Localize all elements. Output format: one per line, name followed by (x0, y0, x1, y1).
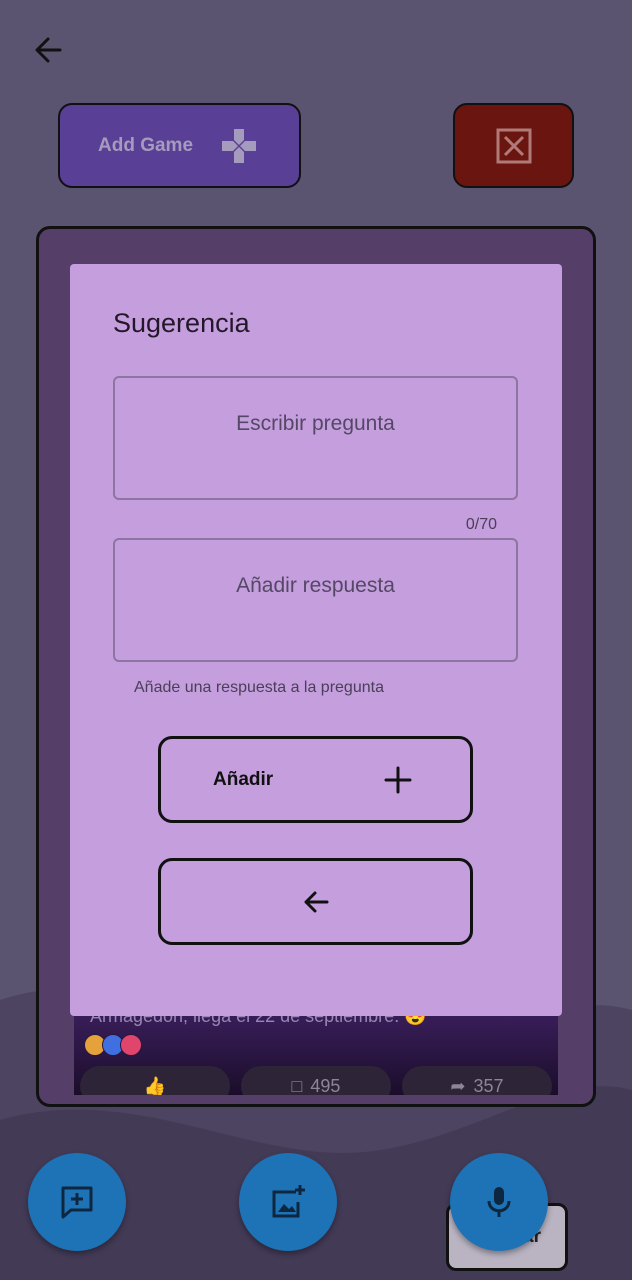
answer-field[interactable]: Añadir respuesta (113, 538, 518, 662)
add-answer-label: Añadir (213, 768, 274, 790)
answer-helper-text: Añade una respuesta a la pregunta (134, 679, 384, 696)
love-reaction-icon (120, 1034, 142, 1056)
add-game-button[interactable]: Add Game (58, 103, 301, 188)
dialog-title: Sugerencia (113, 308, 250, 338)
shares-count: 357 (473, 1076, 504, 1095)
question-field[interactable]: Escribir pregunta (113, 376, 518, 500)
reactions (84, 1034, 142, 1056)
dialog-back-button[interactable] (158, 858, 473, 945)
character-counter: 0/70 (465, 516, 497, 533)
plus-icon (384, 766, 412, 793)
add-photo-icon (272, 1185, 305, 1218)
arrow-left-icon (35, 37, 62, 63)
back-button[interactable] (30, 30, 70, 70)
add-answer-button[interactable]: Añadir (158, 736, 473, 823)
arrow-left-icon (304, 891, 328, 912)
microphone-fab[interactable] (450, 1153, 548, 1251)
share-icon: ➦ (450, 1076, 466, 1095)
close-box-icon (496, 128, 531, 163)
add-comment-fab[interactable] (28, 1153, 126, 1251)
comment-icon: □ (291, 1076, 303, 1095)
gamepad-icon (222, 128, 257, 163)
like-action[interactable]: 👍 (80, 1066, 230, 1095)
add-comment-icon (61, 1186, 93, 1219)
microphone-icon (487, 1187, 511, 1217)
comments-count: 495 (310, 1076, 341, 1095)
comments-action[interactable]: □ 495 (241, 1066, 391, 1095)
question-placeholder: Escribir pregunta (236, 412, 395, 435)
add-photo-fab[interactable] (239, 1153, 337, 1251)
post-preview: Armagedon, llega el 22 de septiembre. 😍 … (74, 1010, 558, 1095)
shares-action[interactable]: ➦ 357 (402, 1066, 552, 1095)
answer-placeholder: Añadir respuesta (236, 574, 395, 597)
suggestion-dialog: Sugerencia Escribir pregunta 0/70 Añadir… (70, 264, 562, 1016)
close-button[interactable] (453, 103, 574, 188)
add-game-label: Add Game (98, 134, 194, 156)
thumbs-up-icon: 👍 (143, 1076, 167, 1095)
